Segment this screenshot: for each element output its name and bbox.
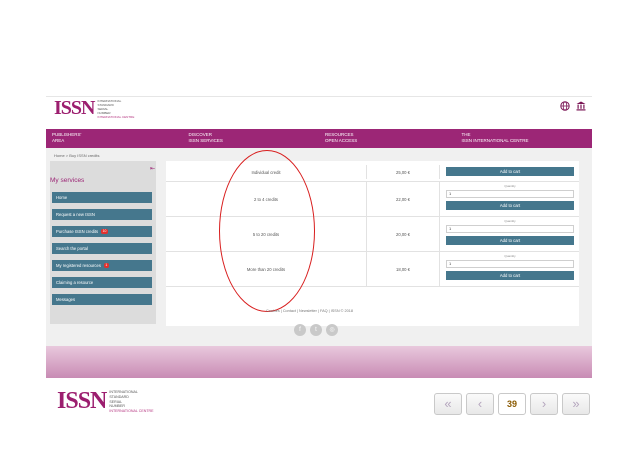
sidebar-item-purchase-credits[interactable]: Purchase ISSN credits 10 <box>52 226 152 237</box>
credit-price: 18,00 € <box>366 252 439 286</box>
quantity-input[interactable]: 1 <box>446 225 574 233</box>
nav-publishers-area[interactable]: PUBLISHERS' AREA <box>46 129 183 148</box>
next-page-button[interactable]: › <box>530 393 558 415</box>
logo-mark: ISSN <box>54 97 95 119</box>
institution-icon[interactable] <box>576 101 586 111</box>
credit-actions: Add to cart <box>439 165 579 179</box>
slide-pager: « ‹ 39 › » <box>434 393 590 415</box>
last-page-button[interactable]: » <box>562 393 590 415</box>
logo-text: INTERNATIONAL STANDARD SERIAL NUMBER INT… <box>97 99 135 119</box>
nav-resources[interactable]: RESOURCES OPEN ACCESS <box>319 129 456 148</box>
divider <box>46 96 592 97</box>
row-divider <box>166 286 579 287</box>
count-badge: 10 <box>101 229 108 234</box>
bottom-issn-logo: ISSN INTERNATIONAL STANDARD SERIAL NUMBE… <box>57 389 154 414</box>
footer-band <box>46 346 592 378</box>
breadcrumb: Home > Buy ISSN credits <box>54 153 100 158</box>
credit-price: 22,00 € <box>366 182 439 216</box>
credit-actions: Quantity 1 Add to cart <box>439 252 579 286</box>
table-row: Individual credit 25,00 € Add to cart <box>166 165 579 179</box>
quantity-label: Quantity <box>504 254 516 258</box>
prev-page-button[interactable]: ‹ <box>466 393 494 415</box>
header-icons <box>560 101 586 111</box>
sidebar-item-messages[interactable]: Messages <box>52 294 152 305</box>
credit-price: 25,00 € <box>366 165 439 179</box>
logo-mark: ISSN <box>57 388 107 414</box>
slide: ISSN INTERNATIONAL STANDARD SERIAL NUMBE… <box>46 40 592 378</box>
nav-the-centre[interactable]: THE ISSN INTERNATIONAL CENTRE <box>456 129 593 148</box>
nav-discover[interactable]: DISCOVER ISSN SERVICES <box>183 129 320 148</box>
twitter-icon[interactable]: t <box>310 324 322 336</box>
count-badge: 1 <box>103 263 109 268</box>
globe-icon[interactable] <box>560 101 570 111</box>
add-to-cart-button[interactable]: Add to cart <box>446 201 574 210</box>
social-links: f t ◎ <box>294 324 338 336</box>
add-to-cart-button[interactable]: Add to cart <box>446 236 574 245</box>
quantity-label: Quantity <box>504 219 516 223</box>
facebook-icon[interactable]: f <box>294 324 306 336</box>
add-to-cart-button[interactable]: Add to cart <box>446 167 574 176</box>
page-number: 39 <box>498 393 526 415</box>
breadcrumb-home[interactable]: Home <box>54 153 65 158</box>
breadcrumb-separator: > <box>65 153 69 158</box>
credit-price: 20,00 € <box>366 217 439 251</box>
add-to-cart-button[interactable]: Add to cart <box>446 271 574 280</box>
quantity-input[interactable]: 1 <box>446 260 574 268</box>
main-nav: PUBLISHERS' AREA DISCOVER ISSN SERVICES RE… <box>46 129 592 148</box>
first-page-button[interactable]: « <box>434 393 462 415</box>
sidebar-item-search[interactable]: Search the portal <box>52 243 152 254</box>
footer-links[interactable]: Cookies | Contact | Newsletter | FAQ | I… <box>266 309 353 313</box>
credit-actions: Quantity 1 Add to cart <box>439 182 579 216</box>
sidebar-item-registered-resources[interactable]: My registered resources 1 <box>52 260 152 271</box>
collapse-icon[interactable]: ⇤ <box>150 165 155 172</box>
logo-text: INTERNATIONAL STANDARD SERIAL NUMBER INT… <box>109 390 154 414</box>
sidebar-title: My services <box>50 177 85 184</box>
issn-logo[interactable]: ISSN INTERNATIONAL STANDARD SERIAL NUMBE… <box>54 98 134 119</box>
sidebar-item-request-issn[interactable]: Request a new ISSN <box>52 209 152 220</box>
quantity-input[interactable]: 1 <box>446 190 574 198</box>
sidebar-item-home[interactable]: Home <box>52 192 152 203</box>
quantity-label: Quantity <box>504 184 516 188</box>
breadcrumb-current: Buy ISSN credits <box>69 153 100 158</box>
annotation-ellipse <box>219 150 315 312</box>
credit-actions: Quantity 1 Add to cart <box>439 217 579 251</box>
sidebar-item-claiming[interactable]: Claiming a resource <box>52 277 152 288</box>
instagram-icon[interactable]: ◎ <box>326 324 338 336</box>
